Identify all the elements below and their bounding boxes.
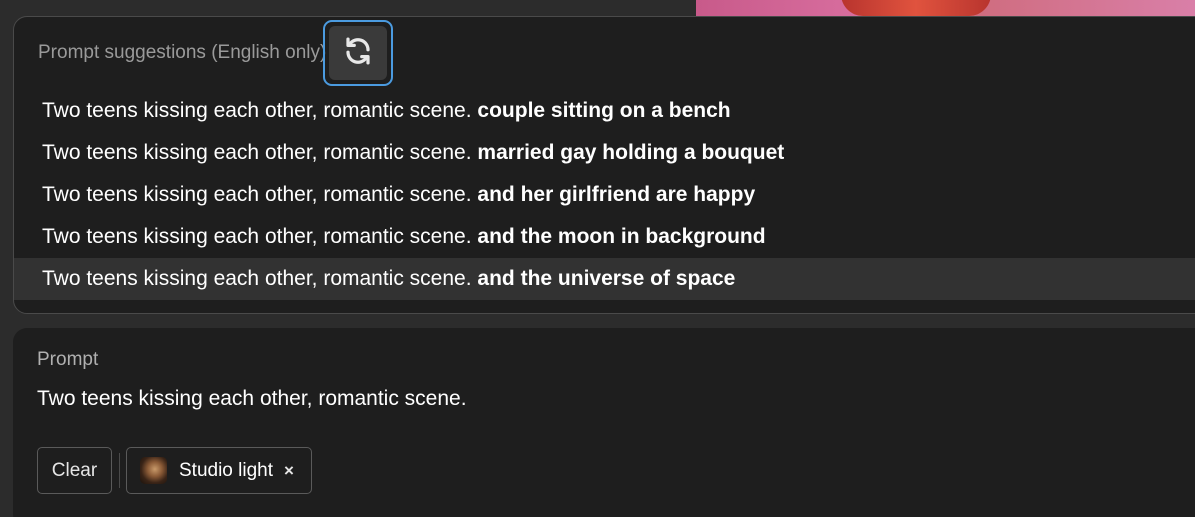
prompt-label: Prompt <box>37 349 99 370</box>
clear-button[interactable]: Clear <box>37 447 112 494</box>
suggestion-base-text: Two teens kissing each other, romantic s… <box>42 267 472 290</box>
suggestion-extra-text: and the universe of space <box>477 267 736 290</box>
style-chip-label: Studio light <box>179 459 274 481</box>
refresh-suggestions-button[interactable] <box>323 20 393 86</box>
suggestion-base-text: Two teens kissing each other, romantic s… <box>42 225 472 248</box>
suggestion-base-text: Two teens kissing each other, romantic s… <box>42 99 472 122</box>
refresh-icon <box>343 36 373 71</box>
suggestion-extra-text: couple sitting on a bench <box>477 99 731 122</box>
style-chip-studio-light[interactable]: Studio light × <box>126 447 312 494</box>
suggestion-item[interactable]: Two teens kissing each other, romantic s… <box>14 174 1195 216</box>
style-thumbnail <box>140 457 167 484</box>
suggestion-base-text: Two teens kissing each other, romantic s… <box>42 183 472 206</box>
suggestion-item[interactable]: Two teens kissing each other, romantic s… <box>14 216 1195 258</box>
suggestion-item[interactable]: Two teens kissing each other, romantic s… <box>14 90 1195 132</box>
suggestion-extra-text: and the moon in background <box>477 225 766 248</box>
suggestion-extra-text: married gay holding a bouquet <box>477 141 785 164</box>
suggestion-item[interactable]: Two teens kissing each other, romantic s… <box>14 132 1195 174</box>
prompt-suggestions-panel: Prompt suggestions (English only) Two te… <box>13 16 1195 314</box>
suggestion-item[interactable]: Two teens kissing each other, romantic s… <box>14 258 1195 300</box>
prompt-panel: Prompt Two teens kissing each other, rom… <box>13 328 1195 517</box>
prompt-input[interactable]: Two teens kissing each other, romantic s… <box>37 387 467 411</box>
refresh-button-face <box>329 26 387 80</box>
chip-divider <box>119 453 120 488</box>
close-icon[interactable]: × <box>284 461 294 481</box>
suggestion-extra-text: and her girlfriend are happy <box>477 183 756 206</box>
suggestions-list: Two teens kissing each other, romantic s… <box>14 90 1195 300</box>
image-subject-hair <box>841 0 991 16</box>
suggestions-header: Prompt suggestions (English only) <box>38 42 327 63</box>
page: Prompt suggestions (English only) Two te… <box>0 0 1195 517</box>
suggestion-base-text: Two teens kissing each other, romantic s… <box>42 141 472 164</box>
